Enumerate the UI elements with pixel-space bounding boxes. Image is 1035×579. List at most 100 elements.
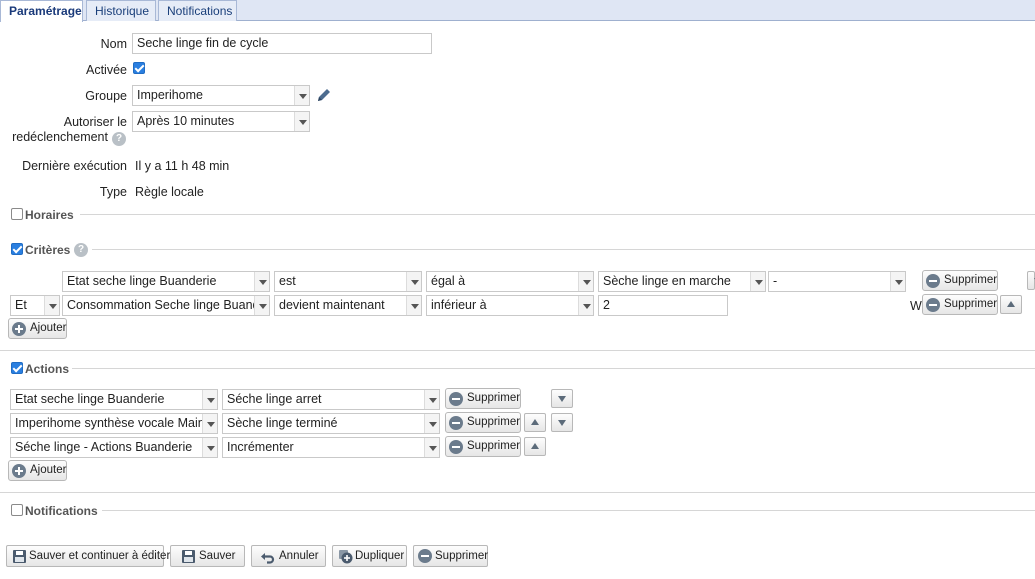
chevron-down-icon — [406, 272, 421, 291]
chevron-down-icon — [750, 272, 765, 291]
chevron-down-icon — [202, 390, 217, 409]
move-up-button[interactable] — [1000, 295, 1022, 314]
criteria-value-input[interactable]: 2 — [598, 295, 728, 316]
criteria-verb-select[interactable]: est — [274, 271, 422, 292]
save-label: Sauver — [199, 550, 236, 562]
type-value: Règle locale — [135, 185, 204, 199]
divider — [0, 492, 1035, 493]
chevron-down-icon — [578, 272, 593, 291]
move-down-button[interactable] — [551, 413, 573, 432]
criteria-conjunction-select[interactable]: Et — [10, 295, 60, 316]
duplicate-icon — [338, 549, 353, 564]
add-label: Ajouter — [30, 322, 67, 334]
action-delete-button[interactable]: Supprimer — [445, 388, 521, 409]
delete-label: Supprimer — [467, 392, 521, 404]
divider — [72, 368, 1035, 369]
tab-parametrage[interactable]: Paramétrage — [0, 0, 83, 22]
retrigger-label-line1: Autoriser le — [63, 115, 127, 129]
criteria-unit-select[interactable]: - — [768, 271, 906, 292]
criteria-device-value: Consommation Seche linge Buanderie — [67, 298, 270, 312]
chevron-down-icon — [202, 438, 217, 457]
undo-icon — [260, 549, 275, 564]
minus-circle-icon — [449, 392, 463, 406]
help-icon[interactable]: ? — [74, 243, 88, 257]
chevron-down-icon — [254, 296, 269, 315]
delete-label: Supprimer — [435, 550, 489, 562]
tab-bar: Paramétrage Historique Notifications — [0, 0, 1035, 22]
chevron-down-icon — [254, 272, 269, 291]
criteria-delete-button[interactable]: Supprimer — [922, 294, 998, 315]
save-continue-label: Sauver et continuer à éditer — [29, 550, 171, 562]
delete-label: Supprimer — [467, 416, 521, 428]
criteria-verb-value: est — [279, 274, 296, 288]
delete-button[interactable]: Supprimer — [413, 545, 488, 567]
criteria-device-select[interactable]: Etat seche linge Buanderie — [62, 271, 270, 292]
minus-circle-icon — [926, 298, 940, 312]
action-type-select[interactable]: Sèche linge terminé — [222, 413, 440, 434]
move-down-button[interactable] — [551, 389, 573, 408]
retrigger-select-value: Après 10 minutes — [137, 114, 235, 128]
criteria-value-select[interactable]: Sèche linge en marche — [598, 271, 766, 292]
action-device-value: Séche linge - Actions Buanderie — [15, 440, 193, 454]
save-button[interactable]: Sauver — [170, 545, 245, 567]
group-select-value: Imperihome — [137, 88, 203, 102]
move-up-button[interactable] — [524, 413, 546, 432]
cancel-label: Annuler — [279, 550, 319, 562]
action-type-select[interactable]: Incrémenter — [222, 437, 440, 458]
save-continue-button[interactable]: Sauver et continuer à éditer — [6, 545, 170, 567]
add-label: Ajouter — [30, 464, 67, 476]
group-select[interactable]: Imperihome — [132, 85, 310, 106]
minus-circle-icon — [449, 416, 463, 430]
actions-checkbox[interactable] — [11, 362, 23, 374]
duplicate-button[interactable]: Dupliquer — [332, 545, 407, 567]
delete-label: Supprimer — [944, 274, 998, 286]
action-type-select[interactable]: Séche linge arret — [222, 389, 440, 410]
action-device-select[interactable]: Séche linge - Actions Buanderie — [10, 437, 218, 458]
last-exec-value: Il y a 11 h 48 min — [135, 159, 230, 173]
notifications-title: Notifications — [25, 504, 98, 518]
move-up-button[interactable] — [524, 437, 546, 456]
move-down-button[interactable] — [1027, 271, 1035, 290]
chevron-down-icon — [294, 86, 309, 105]
minus-circle-icon — [926, 274, 940, 288]
criteria-delete-button[interactable]: Supprimer — [922, 270, 998, 291]
criteria-verb-value: devient maintenant — [279, 298, 385, 312]
criteria-verb-select[interactable]: devient maintenant — [274, 295, 422, 316]
group-label: Groupe — [85, 89, 127, 103]
criteria-unit-value: - — [773, 274, 778, 288]
criteria-device-select[interactable]: Consommation Seche linge Buanderie — [62, 295, 270, 316]
criteria-checkbox[interactable] — [11, 243, 23, 255]
name-input[interactable]: Seche linge fin de cycle — [132, 33, 432, 54]
criteria-operator-select[interactable]: égal à — [426, 271, 594, 292]
help-icon[interactable]: ? — [112, 132, 126, 146]
tab-notifications[interactable]: Notifications — [158, 0, 237, 21]
active-label: Activée — [86, 63, 127, 77]
actions-add-button[interactable]: Ajouter — [8, 460, 67, 481]
pencil-icon[interactable] — [315, 86, 333, 104]
chevron-down-icon — [294, 112, 309, 131]
last-exec-label: Dernière exécution — [22, 159, 127, 173]
retrigger-select[interactable]: Après 10 minutes — [132, 111, 310, 132]
plus-circle-icon — [12, 464, 26, 478]
notifications-checkbox[interactable] — [11, 504, 23, 516]
action-delete-button[interactable]: Supprimer — [445, 412, 521, 433]
criteria-unit-label: W — [910, 299, 922, 313]
action-delete-button[interactable]: Supprimer — [445, 436, 521, 457]
active-checkbox[interactable] — [133, 62, 145, 74]
cancel-button[interactable]: Annuler — [251, 545, 326, 567]
duplicate-label: Dupliquer — [355, 550, 405, 562]
retrigger-label-line2: redéclenchement — [12, 130, 108, 144]
criteria-add-button[interactable]: Ajouter — [8, 318, 67, 339]
action-type-value: Séche linge arret — [227, 392, 322, 406]
action-device-select[interactable]: Etat seche linge Buanderie — [10, 389, 218, 410]
divider — [0, 350, 1035, 351]
schedules-checkbox[interactable] — [11, 208, 23, 220]
floppy-disk-icon — [12, 549, 27, 564]
criteria-operator-select[interactable]: inférieur à — [426, 295, 594, 316]
action-type-value: Sèche linge terminé — [227, 416, 338, 430]
floppy-disk-icon — [181, 549, 196, 564]
divider — [102, 510, 1035, 511]
tab-historique[interactable]: Historique — [86, 0, 156, 21]
action-device-select[interactable]: Imperihome synthèse vocale Maintenant — [10, 413, 218, 434]
schedules-title: Horaires — [25, 208, 74, 222]
